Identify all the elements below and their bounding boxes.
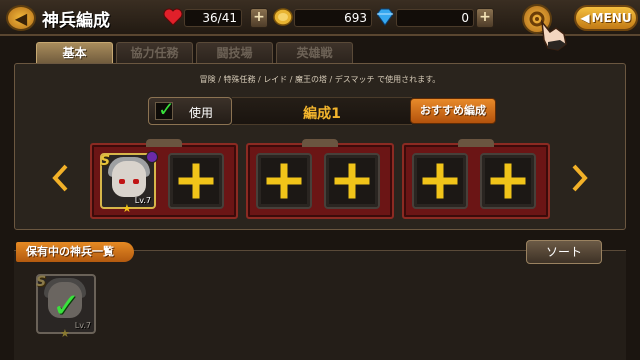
owned-list-title: 保有中の神兵一覧	[16, 242, 134, 262]
add-hearts-button[interactable]: +	[250, 8, 268, 28]
menu-button[interactable]: ◀ MENU	[574, 5, 638, 31]
rank-badge: S	[36, 274, 47, 290]
owned-item-card[interactable]: S ✓ Lv.7 ★	[36, 274, 96, 340]
squad-ornament	[146, 139, 182, 147]
gems-counter: 0	[396, 9, 474, 27]
pointing-hand-icon	[540, 19, 567, 51]
menu-label: MENU	[591, 11, 632, 25]
plus-icon	[490, 163, 526, 199]
tab-basic[interactable]: 基本	[36, 42, 113, 64]
coins-counter: 693	[294, 9, 372, 27]
chevron-left-icon	[52, 164, 68, 192]
hearts-counter: 36/41	[184, 9, 242, 27]
use-label: 使用	[189, 106, 214, 120]
next-formation-button[interactable]	[572, 164, 588, 192]
usage-notice: 冒険 / 特殊任務 / レイド / 魔王の塔 / デスマッチ で使用されます。	[199, 75, 441, 84]
squad-group-2	[246, 139, 394, 219]
in-use-check-icon: ✓	[52, 286, 81, 326]
equipped-hero-slot[interactable]: S Lv.7 ★	[100, 151, 158, 215]
recommended-formation-button[interactable]: おすすめ編成	[410, 98, 496, 124]
plus-icon	[334, 163, 370, 199]
squad-group-3	[402, 139, 550, 219]
chevron-right-icon	[572, 164, 588, 192]
squad-group-1: S Lv.7 ★	[90, 139, 238, 219]
hero-face	[112, 161, 146, 197]
plus-icon	[178, 163, 214, 199]
empty-slot[interactable]	[412, 153, 468, 209]
use-checkbox[interactable]: ✓	[155, 97, 175, 121]
element-icon	[146, 151, 158, 163]
empty-slot[interactable]	[480, 153, 536, 209]
hero-eye	[119, 179, 125, 184]
hero-level: Lv.7	[134, 196, 151, 205]
empty-slot[interactable]	[256, 153, 312, 209]
back-button[interactable]: ◀	[6, 5, 36, 31]
plus-icon	[266, 163, 302, 199]
owned-list-panel	[14, 250, 626, 360]
check-icon: ✓	[158, 97, 175, 121]
add-gems-button[interactable]: +	[476, 8, 494, 28]
back-arrow-icon: ◀	[14, 8, 28, 28]
star-rating: ★	[60, 327, 70, 340]
sort-button[interactable]: ソート	[526, 240, 602, 264]
star-rating: ★	[122, 202, 132, 215]
use-toggle[interactable]: ✓ 使用	[148, 97, 232, 125]
prev-formation-button[interactable]	[52, 164, 68, 192]
squad-ornament	[458, 139, 494, 147]
tab-hero-battle[interactable]: 英雄戦	[276, 42, 353, 64]
gem-icon	[374, 6, 396, 28]
formation-name-bar: 編成1	[232, 97, 412, 125]
empty-slot[interactable]	[324, 153, 380, 209]
tab-coop-missions[interactable]: 協力任務	[116, 42, 193, 64]
hero-eye	[133, 179, 139, 184]
squad-ornament	[302, 139, 338, 147]
menu-arrow-icon: ◀	[580, 11, 590, 25]
coin-icon	[272, 6, 294, 28]
tab-arena[interactable]: 闘技場	[196, 42, 273, 64]
hero-level: Lv.7	[74, 321, 91, 330]
rank-badge: S	[100, 153, 111, 169]
plus-icon	[422, 163, 458, 199]
page-title: 神兵編成	[42, 11, 110, 31]
formation-name: 編成1	[303, 106, 341, 122]
heart-icon	[162, 6, 184, 28]
empty-slot[interactable]	[168, 153, 224, 209]
